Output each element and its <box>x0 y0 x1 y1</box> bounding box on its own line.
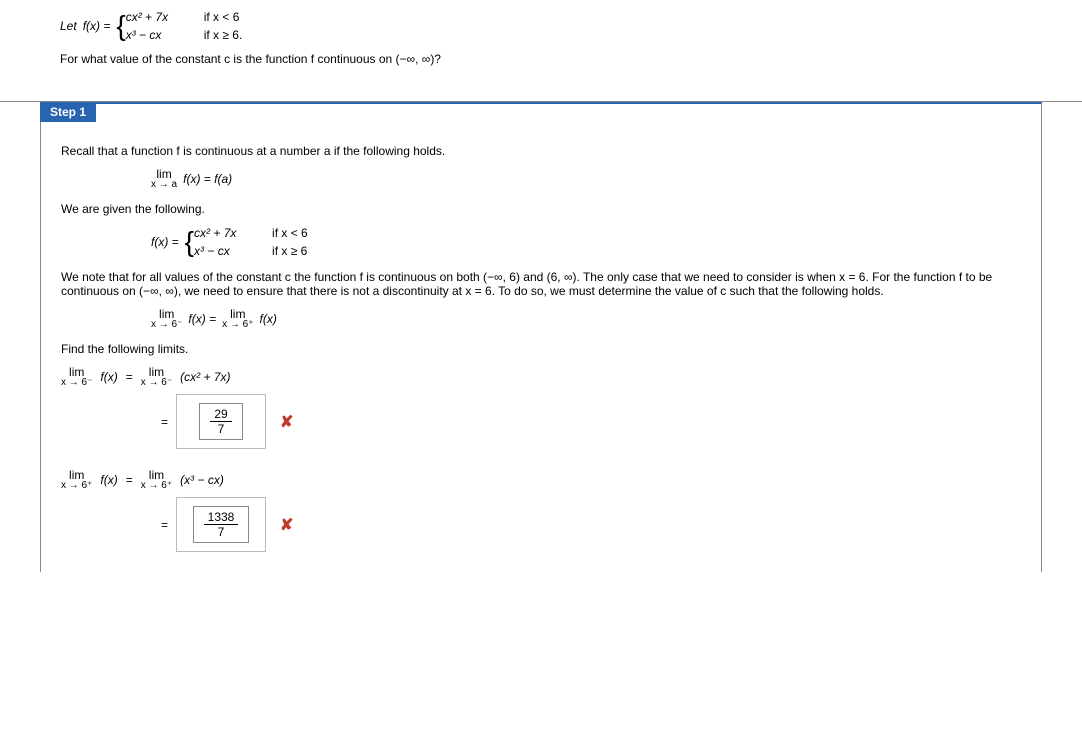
question-area: Let f(x) = { cx² + 7x if x < 6 x³ − cx i… <box>0 0 1082 102</box>
piecewise-function: { cx² + 7x if x < 6 x³ − cx if x ≥ 6. <box>116 10 242 42</box>
fx: f(x) <box>100 370 117 384</box>
answer-numerator: 29 <box>210 408 231 422</box>
answer-numerator: 1338 <box>204 511 239 525</box>
equals: = <box>161 518 168 532</box>
incorrect-icon: ✘ <box>280 515 293 535</box>
lim-sub: x → a <box>151 180 177 190</box>
piece-expr: cx² + 7x <box>126 10 186 24</box>
lim-sub: x → 6⁺ <box>61 481 92 491</box>
fx-equals: f(x) = <box>151 235 179 249</box>
equals: = <box>126 370 133 384</box>
lim-sub: x → 6⁺ <box>222 320 253 330</box>
piece-expr: x³ − cx <box>126 28 186 42</box>
equals: = <box>161 415 168 429</box>
given-text: We are given the following. <box>61 202 1021 216</box>
lim-sub: x → 6⁻ <box>151 320 182 330</box>
question-prompt: For what value of the constant c is the … <box>60 52 1042 66</box>
question-definition: Let f(x) = { cx² + 7x if x < 6 x³ − cx i… <box>60 10 1042 42</box>
rhs-expr: (x³ − cx) <box>180 473 224 487</box>
left-brace: { <box>116 12 125 40</box>
lim-sub: x → 6⁺ <box>141 481 172 491</box>
lim-sub: x → 6⁻ <box>141 378 172 388</box>
lim-rhs: f(x) <box>259 312 276 326</box>
piece-cond: if x ≥ 6. <box>204 28 243 42</box>
piece-expr: cx² + 7x <box>194 226 254 240</box>
answer-denominator: 7 <box>218 422 225 435</box>
limit-block-left: lim x → 6⁻ f(x) = lim x → 6⁻ (cx² + 7x) … <box>61 366 1021 449</box>
lim-rhs: f(x) = f(a) <box>183 172 232 186</box>
limit-block-right: lim x → 6⁺ f(x) = lim x → 6⁺ (x³ − cx) =… <box>61 469 1021 552</box>
answer-box[interactable]: 29 7 <box>176 394 266 449</box>
let-text: Let <box>60 19 77 33</box>
answer-box[interactable]: 1338 7 <box>176 497 266 552</box>
recall-text: Recall that a function f is continuous a… <box>61 144 1021 158</box>
piece-cond: if x < 6 <box>204 10 240 24</box>
step-header: Step 1 <box>40 102 96 122</box>
limit-equality: lim x → 6⁻ f(x) = lim x → 6⁺ f(x) <box>151 308 1021 330</box>
answer-denominator: 7 <box>218 525 225 538</box>
find-text: Find the following limits. <box>61 342 1021 356</box>
fx-equals: f(x) = <box>83 19 111 33</box>
piece-cond: if x ≥ 6 <box>272 244 307 258</box>
answer-fraction: 1338 7 <box>204 511 239 538</box>
fx: f(x) <box>100 473 117 487</box>
rhs-expr: (cx² + 7x) <box>180 370 230 384</box>
lim-mid: f(x) = <box>188 312 216 326</box>
equals: = <box>126 473 133 487</box>
given-piecewise: f(x) = { cx² + 7x if x < 6 x³ − cx if x … <box>151 226 1021 258</box>
piece-expr: x³ − cx <box>194 244 254 258</box>
incorrect-icon: ✘ <box>280 412 293 432</box>
piece-cond: if x < 6 <box>272 226 308 240</box>
step-body: Recall that a function f is continuous a… <box>40 122 1042 572</box>
left-brace: { <box>185 228 194 256</box>
limit-definition: lim x → a f(x) = f(a) <box>151 168 1021 190</box>
note-text: We note that for all values of the const… <box>61 270 1021 298</box>
answer-fraction: 29 7 <box>210 408 231 435</box>
lim-sub: x → 6⁻ <box>61 378 92 388</box>
